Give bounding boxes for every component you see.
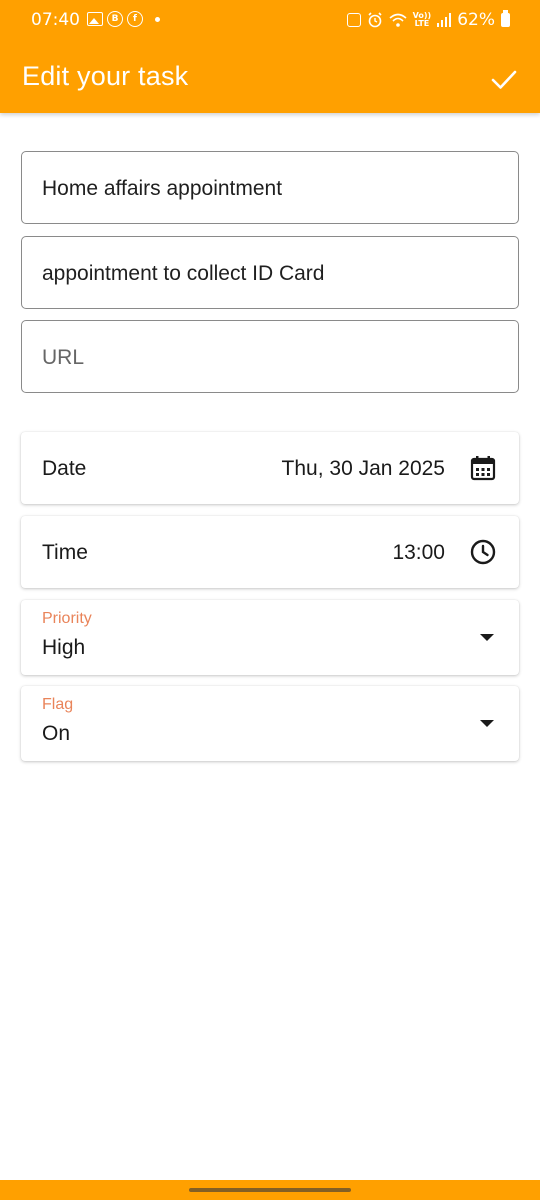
home-gesture-handle[interactable] bbox=[189, 1188, 351, 1192]
alarm-icon bbox=[368, 12, 382, 28]
flag-label: Flag bbox=[42, 696, 74, 713]
battery-percent: 62% bbox=[457, 10, 495, 30]
volte-icon: Vo)) LTE bbox=[413, 12, 432, 28]
chevron-down-icon bbox=[480, 634, 494, 641]
status-left-icons: B f bbox=[87, 11, 160, 27]
status-bar: 07:40 B f Vo)) LTE 62% bbox=[0, 0, 540, 40]
calendar-icon[interactable] bbox=[469, 454, 497, 482]
date-value: Thu, 30 Jan 2025 bbox=[281, 457, 445, 480]
url-field-placeholder: URL bbox=[42, 346, 85, 369]
date-label: Date bbox=[42, 457, 87, 480]
description-field-value: appointment to collect ID Card bbox=[42, 262, 325, 285]
title-field[interactable]: Home affairs appointment bbox=[21, 151, 519, 224]
volte-line-2: LTE bbox=[414, 19, 430, 28]
b-icon: B bbox=[107, 11, 123, 27]
priority-label: Priority bbox=[42, 610, 92, 627]
more-notifications-dot bbox=[155, 16, 160, 22]
priority-dropdown[interactable]: Priority High bbox=[21, 600, 519, 675]
gallery-icon bbox=[87, 12, 103, 26]
status-right-icons: Vo)) LTE 62% bbox=[346, 10, 510, 30]
sync-icon bbox=[346, 13, 361, 27]
battery-icon bbox=[501, 10, 510, 27]
description-field[interactable]: appointment to collect ID Card bbox=[21, 236, 519, 309]
chevron-down-icon bbox=[480, 720, 494, 727]
date-row[interactable]: Date Thu, 30 Jan 2025 bbox=[21, 432, 519, 504]
time-row[interactable]: Time 13:00 bbox=[21, 516, 519, 588]
clock-icon[interactable] bbox=[469, 538, 497, 566]
wifi-icon bbox=[389, 13, 407, 27]
navigation-bar bbox=[0, 1180, 540, 1200]
flag-dropdown[interactable]: Flag On bbox=[21, 686, 519, 761]
signal-icon bbox=[437, 13, 452, 27]
flag-value: On bbox=[42, 722, 71, 745]
url-field[interactable]: URL bbox=[21, 320, 519, 393]
time-label: Time bbox=[42, 541, 88, 564]
page-title: Edit your task bbox=[22, 61, 189, 91]
status-time: 07:40 bbox=[31, 10, 80, 30]
check-icon[interactable] bbox=[488, 63, 520, 95]
title-field-value: Home affairs appointment bbox=[42, 177, 283, 200]
priority-value: High bbox=[42, 636, 86, 659]
facebook-icon: f bbox=[127, 11, 143, 27]
app-bar: 07:40 B f Vo)) LTE 62% Edit your task bbox=[0, 0, 540, 113]
time-value: 13:00 bbox=[392, 541, 445, 564]
